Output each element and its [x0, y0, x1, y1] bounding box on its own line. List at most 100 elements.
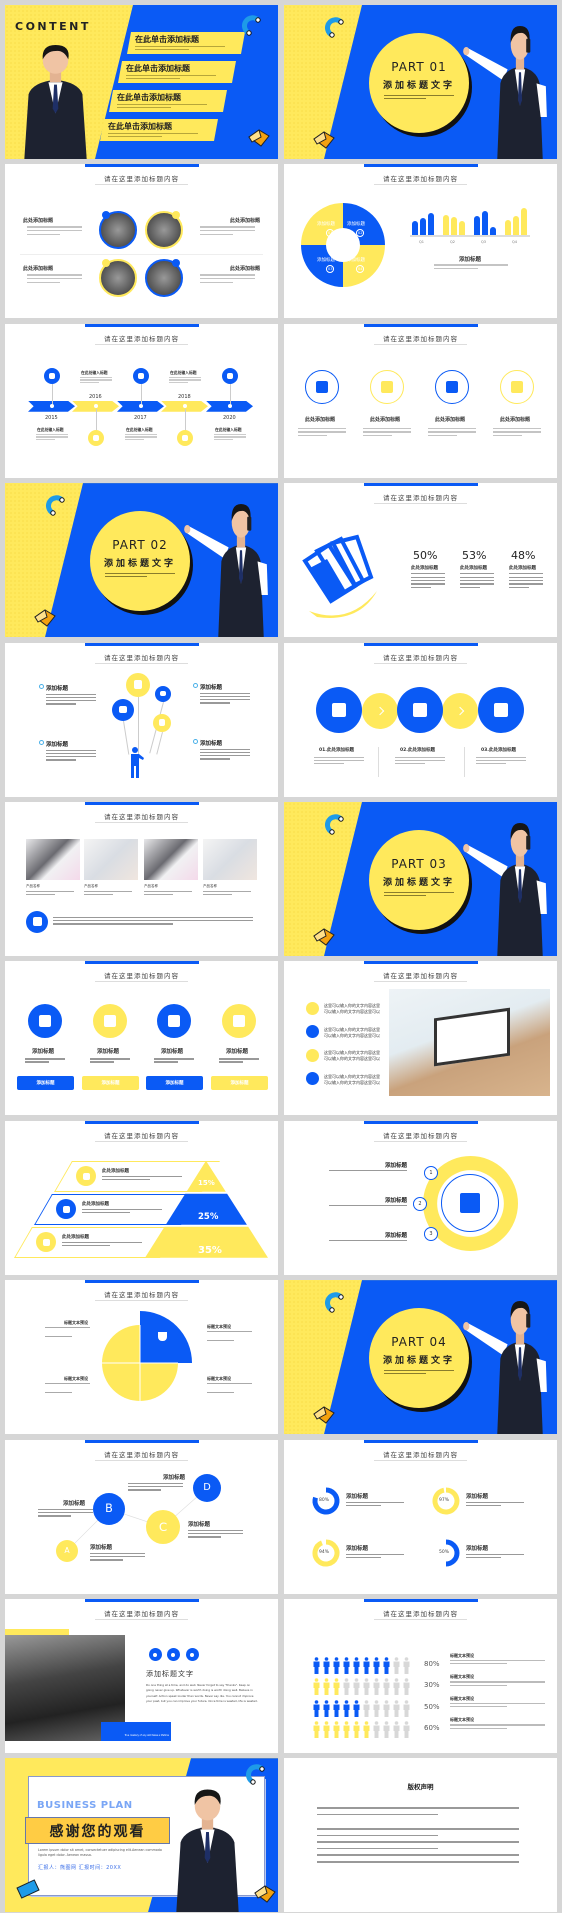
part-number: PART 03: [391, 856, 447, 871]
text-line: [169, 376, 201, 379]
text-line: [46, 703, 76, 705]
action-button[interactable]: 添加标题: [146, 1076, 203, 1091]
slide-title: 请在这里添加标题内容: [104, 1609, 179, 1618]
step-title: 01.此处添加标题: [319, 747, 354, 753]
text-line: [298, 427, 346, 430]
text-line: [53, 923, 173, 925]
c-shape-decoration-icon: [325, 814, 344, 835]
donut-value: 97%: [439, 1497, 450, 1503]
slide-13-buttons[interactable]: 请在这里添加标题内容 添加标题 添加标题 添加标题 添加标题 添加标题 添加标题 添加标题 添加…: [5, 961, 278, 1116]
text-line: [450, 1702, 545, 1705]
text-line: [200, 702, 230, 704]
text-line: [27, 277, 82, 280]
slide-11-products[interactable]: 请在这里添加标题内容 产品名称 产品名称 产品名称 产品名称: [5, 801, 278, 956]
slide-20-donuts[interactable]: 请在这里添加标题内容 80% 添加标题 97% 添加标题 94% 添加标题 50% 添加标题: [284, 1439, 557, 1594]
slide-8-percent-money[interactable]: 请在这里添加标题内容 50% 此处添加标题 53% 此处添加标题 48% 此处添加标题: [284, 483, 557, 638]
slide-21-photo-text[interactable]: 请在这里添加标题内容 True mastery of any skill take…: [5, 1598, 278, 1753]
content-item[interactable]: 在此单击添加标题: [118, 61, 236, 83]
bar: [459, 221, 465, 236]
slide-18-part[interactable]: PART 04 添加标题文字: [284, 1280, 557, 1435]
slide-24-copyright[interactable]: 版权声明: [284, 1758, 557, 1913]
slide-4-cycle-bars[interactable]: 请在这里添加标题内容 添加标题 01 添加标题 02 添加标题 03 添加标题 04 Q1 Q2 Q3…: [284, 164, 557, 319]
part-title: 添加标题文字: [382, 1356, 455, 1367]
text-line: [117, 107, 171, 109]
atm-icon: [413, 702, 427, 717]
slide-12-part[interactable]: PART 03 添加标题文字: [284, 801, 557, 956]
action-button[interactable]: 添加标题: [211, 1076, 268, 1091]
timeline-year: 2018: [178, 393, 191, 400]
text-line: [125, 438, 145, 441]
text-line: [108, 133, 198, 135]
text-line: [384, 1370, 454, 1372]
slide-5-timeline[interactable]: 请在这里添加标题内容 2015 在此处输入标题 2016 在此处输入标题 2017 在此处输…: [5, 323, 278, 478]
businessman-photo: [463, 822, 547, 956]
text-line: [46, 759, 76, 761]
slide-7-part[interactable]: PART 02 添加标题文字: [5, 483, 278, 638]
text-line: [200, 758, 230, 760]
action-button[interactable]: 添加标题: [17, 1076, 74, 1091]
item-title: 添加标题: [46, 741, 69, 748]
text-line: [207, 1331, 252, 1333]
chart-icon: [138, 372, 144, 379]
person-pictogram-icon: [313, 1657, 320, 1674]
person-pictogram-icon: [333, 1678, 340, 1696]
slide-9-balloons[interactable]: 请在这里添加标题内容 添加标题 添加标题 添加标题 添加标题: [5, 642, 278, 797]
content-item[interactable]: 在此单击添加标题: [127, 32, 245, 54]
slide-14-checklist[interactable]: 请在这里添加标题内容 这里可以输入你的文字内容这里 可以输入你的文字内容这里可以 这里…: [284, 961, 557, 1116]
text-line: [428, 427, 476, 430]
slide-6-icon-row[interactable]: 请在这里添加标题内容 此处添加标题 此处添加标题 此处添加标题 此处添加标题: [284, 323, 557, 478]
person-pictogram-icon: [353, 1657, 360, 1674]
text-line: [460, 579, 494, 582]
slide-title: 请在这里添加标题内容: [104, 972, 179, 981]
slide-17-pie[interactable]: 请在这里添加标题内容 标题文本预设 标题文本预设 标题文本预设 标题文本预设: [5, 1280, 278, 1435]
bar: [412, 221, 418, 236]
item-title: 此处添加标题: [229, 266, 260, 273]
balloon: [153, 713, 171, 732]
node-circle: B: [93, 1492, 125, 1525]
part-title: 添加标题文字: [382, 877, 455, 888]
item-title: 此处添加标题: [23, 266, 54, 273]
slide-10-process[interactable]: 请在这里添加标题内容 01.此处添加标题 02.此处添加标题 03.此处添加标题: [284, 642, 557, 797]
slide-2-part[interactable]: PART 01 添加标题文字: [284, 5, 557, 159]
text-line: [200, 229, 255, 232]
thank-you-label: 感谢您的观看: [25, 1817, 170, 1845]
item-title: 此处添加标题: [411, 566, 438, 572]
text-line: [200, 277, 255, 280]
slide-15-pyramid[interactable]: 请在这里添加标题内容 15% 此处添加标题 25% 此处添加标题 35% 此处添加标题: [5, 1120, 278, 1275]
text-line: [82, 1211, 130, 1214]
action-button[interactable]: 添加标题: [82, 1076, 139, 1091]
person-pictogram-icon: [383, 1678, 390, 1696]
caption-box[interactable]: True mastery of any skill takes a lifeti…: [101, 1721, 171, 1741]
slide-16-steps[interactable]: 请在这里添加标题内容 1 添加标题 2 添加标题 3 添加标题: [284, 1120, 557, 1275]
step-number: 2: [413, 1196, 427, 1211]
text-line: [36, 438, 56, 441]
percent-value: 53%: [462, 549, 487, 563]
slide-23-end[interactable]: BUSINESS PLAN 感谢您的观看 Lorem ipsum dolor sit…: [5, 1758, 278, 1913]
slide-subtitle-line: [95, 1140, 188, 1142]
content-item[interactable]: 在此单击添加标题: [100, 119, 218, 141]
cycle-label: 添加标题: [317, 222, 335, 228]
gear-icon: [182, 434, 188, 441]
person-pictogram-icon: [323, 1657, 330, 1674]
slide-1-contents[interactable]: CONTENT 在此单击添加标题 在此单击添加标题 在此单击添加标题 在此单击添加标题: [5, 5, 278, 159]
content-item[interactable]: 在此单击添加标题: [109, 90, 227, 112]
part-number: PART 04: [391, 1335, 447, 1350]
feature-icon: [153, 1652, 157, 1657]
timeline-label: 在此处输入标题: [37, 426, 64, 432]
text-line: [84, 893, 113, 896]
slide-title: 请在这里添加标题内容: [104, 1131, 179, 1140]
step-number-text: 3: [429, 1230, 433, 1237]
text-line: [314, 762, 344, 765]
cycle-label: 添加标题: [347, 222, 365, 228]
body-paragraph: Do one thing at a time, and do well. Nev…: [146, 1682, 258, 1704]
person-pictogram-icon: [343, 1700, 350, 1717]
text-line: [411, 576, 445, 578]
slide-19-abcd[interactable]: 请在这里添加标题内容 A B C D 添加标题 添加标题 添加标题 添加标题: [5, 1439, 278, 1594]
slide-22-people[interactable]: 请在这里添加标题内容 80% 标题文本预设 30% 标题文本预设 50% 标题文本预设 60%…: [284, 1598, 557, 1753]
text-line: [46, 752, 96, 755]
item-title: 添加标题: [200, 740, 223, 747]
pin-stem: [96, 408, 97, 431]
slide-subtitle-line: [95, 343, 188, 345]
button-label: 添加标题: [230, 1081, 249, 1087]
slide-3-photo-circles[interactable]: 请在这里添加标题内容 此处添加标题 此处添加标题 此处添加标题 此处添加标题: [5, 164, 278, 319]
